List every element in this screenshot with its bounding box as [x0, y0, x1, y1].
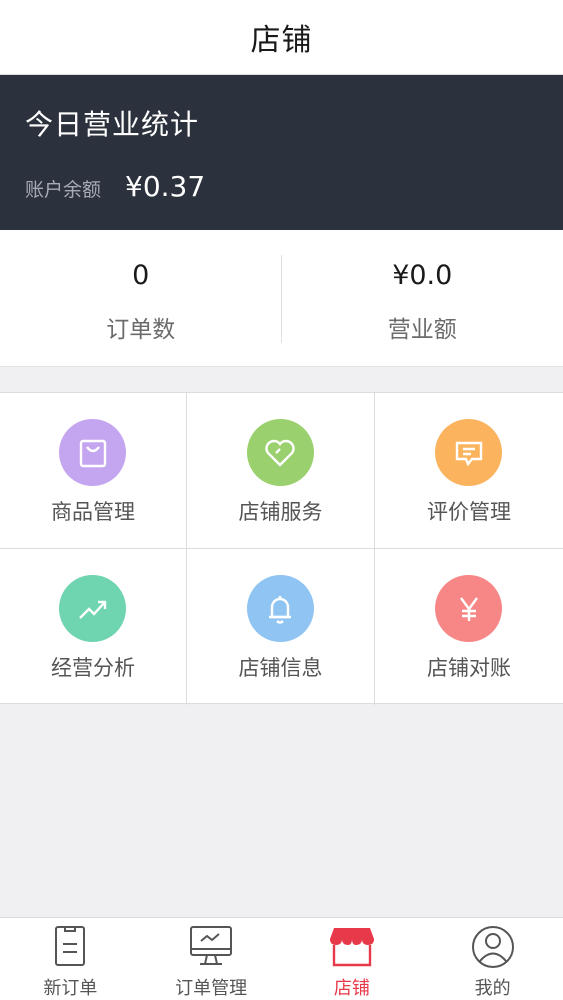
balance-row[interactable]: 账户余额 ¥0.37	[25, 170, 205, 203]
clipboard-icon	[55, 926, 86, 966]
bell-icon	[246, 575, 314, 642]
order-count-label: 订单数	[106, 317, 176, 343]
tile-business-analysis[interactable]: 经营分析	[0, 549, 187, 705]
revenue-value: ¥0.0	[392, 260, 453, 291]
bottom-tab-bar: 新订单 订单管理 店铺 我的	[0, 917, 563, 1000]
tile-store-info[interactable]: 店铺信息	[187, 549, 375, 705]
tile-label: 商品管理	[51, 500, 135, 524]
order-count-cell[interactable]: 0 订单数	[0, 230, 282, 366]
yen-icon	[435, 575, 502, 642]
tile-store-service[interactable]: 店铺服务	[187, 393, 375, 549]
tab-order-management[interactable]: 订单管理	[141, 918, 282, 1000]
tab-new-orders[interactable]: 新订单	[0, 918, 141, 1000]
revenue-cell[interactable]: ¥0.0 营业额	[282, 230, 563, 366]
tile-store-reconciliation[interactable]: 店铺对账	[375, 549, 563, 705]
tile-label: 经营分析	[51, 656, 135, 680]
tile-label: 店铺信息	[238, 656, 323, 680]
order-count-value: 0	[132, 260, 150, 291]
tab-label: 新订单	[43, 978, 98, 999]
shopping-bag-icon	[59, 419, 126, 486]
heart-icon	[246, 419, 314, 486]
monitor-chart-icon	[190, 926, 233, 965]
summary-strip: 0 订单数 ¥0.0 营业额	[0, 230, 563, 367]
tile-label: 店铺对账	[427, 656, 511, 680]
user-icon	[471, 926, 514, 968]
tile-review-management[interactable]: 评价管理	[375, 393, 563, 549]
tab-label: 店铺	[333, 978, 370, 999]
tab-store[interactable]: 店铺	[282, 918, 423, 1000]
tab-label: 订单管理	[175, 978, 248, 999]
revenue-label: 营业额	[387, 317, 457, 343]
balance-value: ¥0.37	[125, 170, 206, 203]
today-stats-panel: 今日营业统计 账户余额 ¥0.37	[0, 75, 563, 230]
tile-label: 店铺服务	[238, 500, 323, 524]
tab-mine[interactable]: 我的	[422, 918, 563, 1000]
app-page: 店铺 今日营业统计 账户余额 ¥0.37 0 订单数 ¥0.0 营业额 商品管理…	[0, 0, 563, 1000]
function-grid: 商品管理 店铺服务 评价管理 经营分析 店铺信息 店铺对账	[0, 392, 563, 705]
store-icon	[329, 928, 374, 967]
message-icon	[435, 419, 502, 486]
page-title: 店铺	[250, 23, 313, 58]
top-nav-bar: 店铺	[0, 0, 563, 75]
tile-product-management[interactable]: 商品管理	[0, 393, 187, 549]
tile-label: 评价管理	[427, 500, 511, 524]
trend-icon	[59, 575, 126, 642]
stats-heading: 今日营业统计	[25, 108, 200, 141]
tab-label: 我的	[474, 978, 511, 999]
balance-label: 账户余额	[25, 179, 102, 201]
